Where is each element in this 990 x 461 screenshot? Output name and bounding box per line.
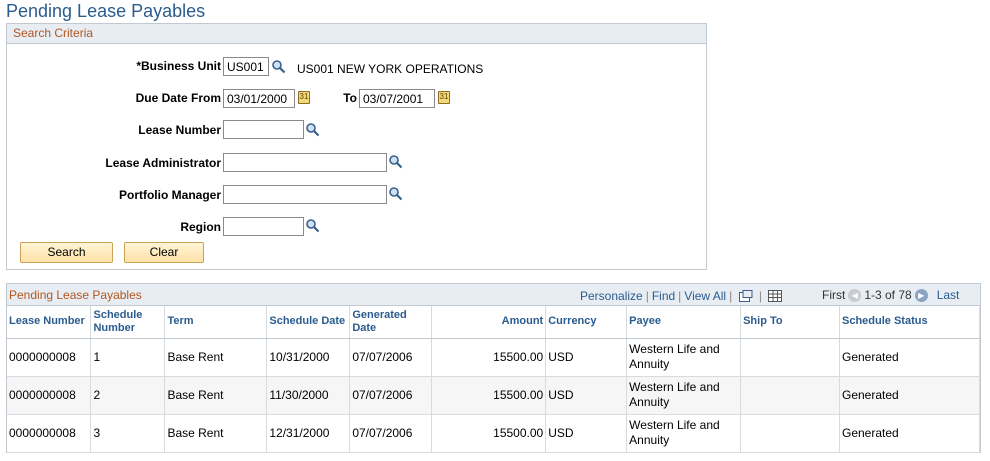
payee-cell: Western Life and Annuity <box>626 376 742 415</box>
lease-number-label: Lease Number <box>138 123 221 137</box>
amount-cell: 15500.00 <box>431 376 547 415</box>
schedule-number-cell: 2 <box>90 376 166 415</box>
previous-page-icon[interactable]: ◀ <box>848 288 862 302</box>
column-header[interactable]: Schedule Date <box>266 306 351 339</box>
search-button[interactable]: Search <box>20 242 113 263</box>
portfolio-manager-lookup-icon[interactable] <box>388 186 403 201</box>
generated-date-cell: 07/07/2006 <box>349 414 433 453</box>
first-label: First <box>822 288 846 302</box>
generated-date-cell: 07/07/2006 <box>349 376 433 415</box>
currency-cell: USD <box>545 338 628 377</box>
grid-navigation: First ◀ 1-3 of 78 ▶ Last <box>822 288 959 302</box>
next-page-icon[interactable]: ▶ <box>914 288 928 302</box>
due-date-from-input[interactable] <box>223 89 295 108</box>
schedule-number-cell: 1 <box>90 338 166 377</box>
find-link[interactable]: Find <box>652 289 675 303</box>
business-unit-label: *Business Unit <box>136 59 221 73</box>
grid-header-bar: Pending Lease Payables Personalize | Find |… <box>7 284 980 306</box>
results-table: Lease Number Schedule Number Term Schedu… <box>7 306 980 453</box>
table-row: 0000000008 1 Base Rent 10/31/2000 07/07/… <box>7 338 980 377</box>
column-header[interactable]: Amount <box>431 306 547 339</box>
personalize-link[interactable]: Personalize <box>580 289 643 303</box>
schedule-date-cell: 10/31/2000 <box>266 338 351 377</box>
search-criteria-section: Search Criteria *Business Unit US001 NEW… <box>6 23 707 270</box>
region-lookup-icon[interactable] <box>305 218 320 233</box>
ship-to-cell <box>740 338 840 377</box>
column-header[interactable]: Ship To <box>740 306 840 339</box>
page-title: Pending Lease Payables <box>6 1 206 21</box>
column-header[interactable]: Payee <box>626 306 742 339</box>
row-range: 1-3 of 78 <box>864 288 912 302</box>
portfolio-manager-label: Portfolio Manager <box>118 188 221 202</box>
lease-administrator-input[interactable] <box>223 153 387 172</box>
due-date-from-calendar-icon[interactable]: 31 <box>298 91 310 104</box>
grid-title: Pending Lease Payables <box>9 288 142 302</box>
lease-number-cell: 0000000008 <box>7 376 92 415</box>
download-spreadsheet-icon[interactable] <box>768 290 783 302</box>
business-unit-lookup-icon[interactable] <box>271 59 286 74</box>
business-unit-input[interactable] <box>223 57 269 76</box>
lease-number-lookup-icon[interactable] <box>305 122 320 137</box>
table-header-row: Lease Number Schedule Number Term Schedu… <box>7 306 980 339</box>
clear-button[interactable]: Clear <box>124 242 204 263</box>
ship-to-cell <box>740 414 840 453</box>
table-row: 0000000008 2 Base Rent 11/30/2000 07/07/… <box>7 376 980 415</box>
business-unit-description: US001 NEW YORK OPERATIONS <box>297 62 484 76</box>
amount-cell: 15500.00 <box>431 414 547 453</box>
results-grid: Pending Lease Payables Personalize | Find |… <box>6 283 981 453</box>
schedule-status-cell: Generated <box>839 338 980 377</box>
lease-number-cell: 0000000008 <box>7 414 92 453</box>
search-criteria-header: Search Criteria <box>7 24 706 44</box>
lease-administrator-label: Lease Administrator <box>105 156 221 170</box>
column-header[interactable]: Schedule Number <box>90 306 166 339</box>
column-header[interactable]: Term <box>164 306 268 339</box>
column-header[interactable]: Generated Date <box>349 306 433 339</box>
lease-number-cell: 0000000008 <box>7 338 92 377</box>
currency-cell: USD <box>545 376 628 415</box>
schedule-date-cell: 12/31/2000 <box>266 414 351 453</box>
view-all-link[interactable]: View All <box>684 289 726 303</box>
term-cell: Base Rent <box>164 338 268 377</box>
lease-administrator-lookup-icon[interactable] <box>388 154 403 169</box>
region-label: Region <box>180 220 221 234</box>
column-header[interactable]: Schedule Status <box>839 306 980 339</box>
last-link[interactable]: Last <box>937 288 960 302</box>
due-date-to-calendar-icon[interactable]: 31 <box>438 91 450 104</box>
term-cell: Base Rent <box>164 414 268 453</box>
portfolio-manager-input[interactable] <box>223 185 387 204</box>
ship-to-cell <box>740 376 840 415</box>
schedule-date-cell: 11/30/2000 <box>266 376 351 415</box>
schedule-status-cell: Generated <box>839 414 980 453</box>
column-header[interactable]: Currency <box>545 306 628 339</box>
schedule-number-cell: 3 <box>90 414 166 453</box>
payee-cell: Western Life and Annuity <box>626 338 742 377</box>
new-window-icon[interactable] <box>738 290 753 302</box>
generated-date-cell: 07/07/2006 <box>349 338 433 377</box>
amount-cell: 15500.00 <box>431 338 547 377</box>
schedule-status-cell: Generated <box>839 376 980 415</box>
grid-toolbar: Personalize | Find | View All | | <box>580 289 783 303</box>
due-date-to-input[interactable] <box>359 89 435 108</box>
due-date-from-label: Due Date From <box>135 91 221 105</box>
lease-number-input[interactable] <box>223 120 304 139</box>
due-date-to-label: To <box>343 91 357 105</box>
currency-cell: USD <box>545 414 628 453</box>
term-cell: Base Rent <box>164 376 268 415</box>
payee-cell: Western Life and Annuity <box>626 414 742 453</box>
region-input[interactable] <box>223 217 304 236</box>
table-row: 0000000008 3 Base Rent 12/31/2000 07/07/… <box>7 414 980 453</box>
column-header[interactable]: Lease Number <box>7 306 92 339</box>
